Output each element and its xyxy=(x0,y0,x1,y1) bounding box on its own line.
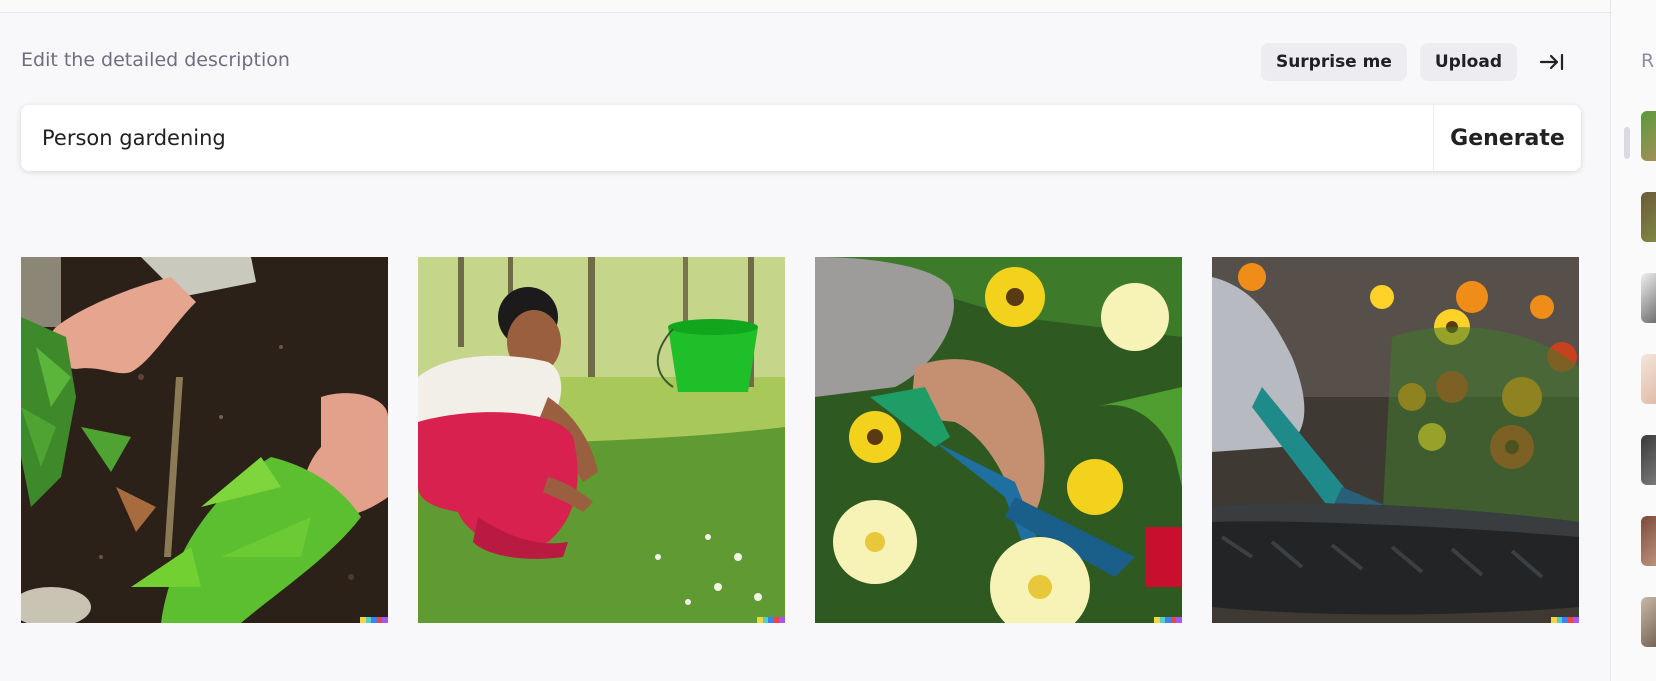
surprise-me-button[interactable]: Surprise me xyxy=(1260,43,1407,81)
seedlings-image xyxy=(21,257,388,623)
sidebar-title: R xyxy=(1641,50,1655,72)
result-image-1[interactable] xyxy=(21,257,388,623)
signature-strip xyxy=(1154,617,1182,623)
woman-gardening-image xyxy=(418,257,785,623)
generate-button[interactable]: Generate xyxy=(1433,105,1581,171)
result-image-2[interactable] xyxy=(418,257,785,623)
header-actions: Surprise me Upload xyxy=(1260,43,1572,81)
history-thumbnail[interactable] xyxy=(1641,111,1656,161)
collapse-right-icon xyxy=(1539,53,1564,71)
description-header: Edit the detailed description xyxy=(21,49,290,71)
history-thumbnail[interactable] xyxy=(1641,354,1656,404)
prompt-box: Generate xyxy=(21,105,1581,171)
result-image-3[interactable] xyxy=(815,257,1182,623)
history-thumbnail[interactable] xyxy=(1641,435,1656,485)
flower-pot-image xyxy=(1212,257,1579,623)
history-thumbnail[interactable] xyxy=(1641,273,1656,323)
upload-button[interactable]: Upload xyxy=(1419,43,1517,81)
yellow-flowers-image xyxy=(815,257,1182,623)
sidebar-scrollbar[interactable] xyxy=(1624,127,1630,159)
prompt-input[interactable] xyxy=(21,105,1433,171)
signature-strip xyxy=(1551,617,1579,623)
collapse-sidebar-button[interactable] xyxy=(1532,43,1572,81)
history-thumbnail[interactable] xyxy=(1641,597,1656,647)
history-thumbnail[interactable] xyxy=(1641,516,1656,566)
top-bar xyxy=(0,0,1610,13)
result-image-4[interactable] xyxy=(1212,257,1579,623)
history-thumbnail[interactable] xyxy=(1641,192,1656,242)
history-sidebar: R xyxy=(1611,0,1656,681)
signature-strip xyxy=(757,617,785,623)
image-grid xyxy=(21,257,1579,623)
signature-strip xyxy=(360,617,388,623)
